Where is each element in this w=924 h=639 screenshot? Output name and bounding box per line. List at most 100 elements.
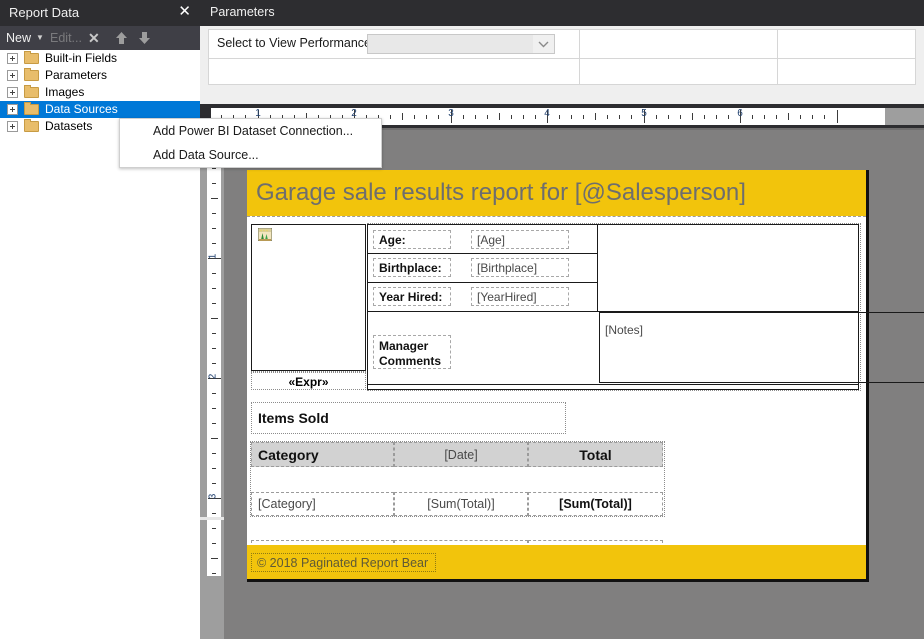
close-icon[interactable]: ✕ [178,3,191,21]
ruler-tick [487,115,488,119]
expand-icon[interactable] [7,104,18,115]
ruler-tick [571,115,572,119]
ruler-tick [212,333,216,334]
ruler-tick [607,115,608,119]
folder-icon [24,85,39,98]
ruler-tick [619,115,620,119]
items-sold-heading-textbox[interactable]: Items Sold [251,402,566,434]
image-expression-textbox[interactable]: «Expr» [251,372,366,390]
parameter-dropdown[interactable] [367,34,555,54]
sidebar-item-images[interactable]: Images [0,84,200,101]
field-label-age[interactable]: Age: [373,230,451,249]
ruler-tick [212,453,216,454]
field-label-birthplace[interactable]: Birthplace: [373,258,451,277]
footer-copyright-textbox[interactable]: © 2018 Paginated Report Bear [251,553,436,572]
report-page-canvas[interactable]: Garage sale results report for [@Salespe… [247,170,924,582]
ruler-tick [728,115,729,119]
field-label-manager-comments[interactable]: Manager Comments [373,335,451,369]
ruler-tick [812,115,813,119]
ruler-tick [211,318,218,319]
grid-row-separator [209,58,915,59]
move-up-icon[interactable] [114,26,129,50]
results-table[interactable]: Category [Date] Total [Category] [Sum(To… [251,442,663,564]
field-value-notes[interactable]: [Notes] [599,312,924,383]
edit-button: Edit... [50,31,82,45]
ruler-tick [752,115,753,119]
table-header-total[interactable]: Total [528,442,663,467]
ruler-tick [212,243,216,244]
ruler-tick [211,438,218,439]
ruler-tick [595,113,596,120]
ruler-tick [212,513,216,514]
move-down-icon[interactable] [137,26,152,50]
ruler-tick [837,110,838,123]
expand-icon[interactable] [7,70,18,81]
page-footer-band[interactable]: © 2018 Paginated Report Bear [247,545,866,579]
sidebar-item-parameters[interactable]: Parameters [0,67,200,84]
detail-row-divider [368,253,597,254]
tree-item-label: Datasets [45,119,93,133]
page-header-band[interactable]: Garage sale results report for [@Salespe… [247,170,866,216]
report-title-textbox[interactable]: Garage sale results report for [@Salespe… [256,179,746,207]
image-placeholder[interactable] [251,224,366,371]
context-menu: Add Power BI Dataset Connection... Add D… [119,118,382,168]
vertical-ruler[interactable]: 1 2 3 [207,136,221,576]
ruler-tick [559,115,560,119]
ruler-tick [212,543,216,544]
report-body-band[interactable]: «Expr» Age: [Age] Birthplace: [Birthplac… [247,217,924,564]
ruler-label: 3 [207,493,219,500]
menu-item-add-data-source[interactable]: Add Data Source... [120,143,381,167]
ruler-tick [523,115,524,119]
ruler-tick [692,113,693,120]
parameters-title: Parameters [210,5,275,19]
field-value-year-hired[interactable]: [YearHired] [471,287,569,306]
ruler-tick [390,115,391,119]
ruler-tick [438,115,439,119]
table-header-row: Category [Date] Total [251,442,663,467]
expand-icon[interactable] [7,121,18,132]
app-window: Report Data ✕ New ▼ Edit... ✕ Built-in F… [0,0,924,639]
ruler-tick [716,115,717,119]
ruler-tick [475,115,476,119]
ruler-tick [212,573,216,574]
report-data-title: Report Data [9,5,80,20]
chevron-down-icon[interactable] [533,35,554,53]
menu-item-add-power-bi-dataset-connection[interactable]: Add Power BI Dataset Connection... [120,119,381,143]
chevron-down-icon[interactable]: ▼ [36,26,44,50]
ruler-tick [764,115,765,119]
parameters-pane: Parameters Select to View Performance [200,0,924,104]
expand-icon[interactable] [7,87,18,98]
ruler-tick [788,113,789,120]
parameters-grid: Select to View Performance [208,29,916,85]
report-data-toolbar: New ▼ Edit... ✕ [0,26,200,50]
delete-icon[interactable]: ✕ [88,26,100,50]
field-value-birthplace[interactable]: [Birthplace] [471,258,569,277]
ruler-tick [824,115,825,119]
horizontal-ruler-inactive [885,108,924,125]
ruler-tick [212,393,216,394]
ruler-tick [212,288,216,289]
ruler-label: 1 [207,253,219,260]
ruler-tick [776,115,777,119]
table-header-date[interactable]: [Date] [394,442,528,467]
ruler-tick [211,198,218,199]
ruler-tick [212,363,216,364]
ruler-tick [499,113,500,120]
folder-icon [24,51,39,64]
field-label-year-hired[interactable]: Year Hired: [373,287,451,306]
ruler-tick [535,115,536,119]
detail-row-divider [368,282,597,283]
table-header-category[interactable]: Category [251,442,394,467]
sidebar-item-data-sources[interactable]: Data Sources [0,101,200,118]
expand-icon[interactable] [7,53,18,64]
field-value-age[interactable]: [Age] [471,230,569,249]
grid-column-separator [579,30,580,84]
ruler-tick [414,115,415,119]
new-button[interactable]: New [6,26,31,50]
ruler-tick [212,468,216,469]
ruler-tick [212,183,216,184]
ruler-tick [631,115,632,119]
ruler-tick [212,483,216,484]
detail-table[interactable]: Age: [Age] Birthplace: [Birthplace] Year… [367,224,924,390]
sidebar-item-built-in-fields[interactable]: Built-in Fields [0,50,200,67]
